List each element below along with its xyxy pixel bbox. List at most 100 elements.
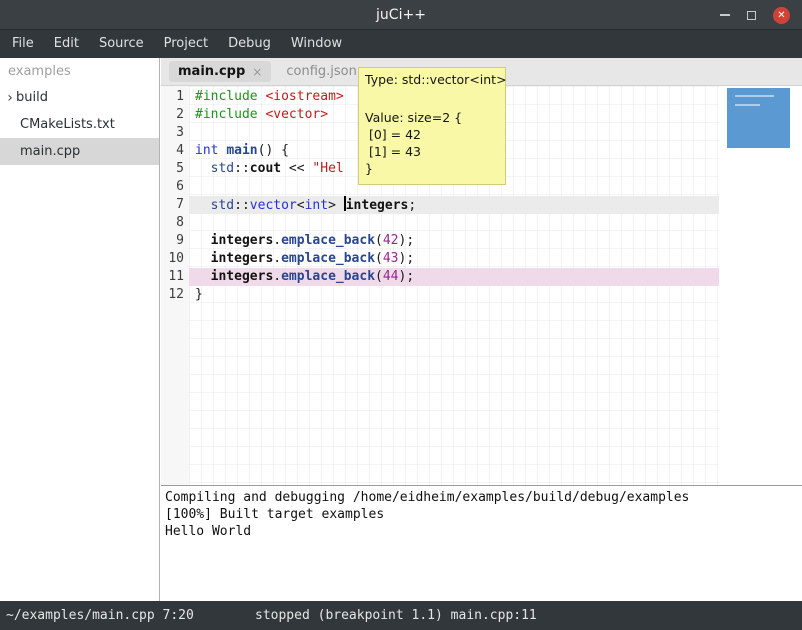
code-token: 43 — [383, 251, 399, 266]
window-controls: ✕ — [720, 0, 790, 30]
code-line-9[interactable]: integers.emplace_back(42); — [189, 232, 719, 250]
tree-item-label: main.cpp — [20, 144, 80, 159]
code-token: integers — [211, 251, 274, 266]
line-number[interactable]: 5 — [161, 160, 184, 178]
menu-item-file[interactable]: File — [2, 30, 44, 58]
status-debug-status: stopped (breakpoint 1.1) main.cpp:11 — [255, 601, 537, 630]
terminal-output[interactable]: Compiling and debugging /home/eidheim/ex… — [161, 485, 802, 601]
code-token: ; — [408, 198, 416, 213]
tree-item-label: CMakeLists.txt — [20, 117, 115, 132]
code-token: ( — [375, 251, 383, 266]
code-token: integers — [211, 269, 274, 284]
tab-label: config.json — [286, 64, 357, 79]
code-token: ); — [399, 233, 415, 248]
tree-item-cmakelists-txt[interactable]: CMakeLists.txt — [0, 111, 159, 138]
code-line-12[interactable]: } — [189, 286, 719, 304]
window-titlebar: juCi++ ✕ — [0, 0, 802, 30]
sidebar: examples ›build CMakeLists.txt main.cpp — [0, 58, 160, 601]
code-token: #include — [195, 89, 258, 104]
code-token — [195, 198, 211, 213]
code-token: ( — [375, 233, 383, 248]
line-number[interactable]: 2 — [161, 106, 184, 124]
code-token: int — [195, 143, 218, 158]
gutter: 123456789101112 — [161, 86, 189, 485]
line-number[interactable]: 10 — [161, 250, 184, 268]
maximize-button[interactable] — [747, 11, 756, 20]
menu-item-edit[interactable]: Edit — [44, 30, 89, 58]
window-title: juCi++ — [0, 0, 802, 30]
code-token: > — [328, 198, 344, 213]
tooltip-value-line: [1] = 43 — [365, 143, 499, 160]
tab-close-icon[interactable]: × — [252, 65, 262, 79]
tab-label: main.cpp — [178, 64, 245, 79]
menu-item-debug[interactable]: Debug — [218, 30, 281, 58]
line-number[interactable]: 11 — [161, 268, 184, 286]
minimap-line — [735, 104, 760, 106]
tree-item-build[interactable]: ›build — [0, 84, 159, 111]
menu-item-source[interactable]: Source — [89, 30, 154, 58]
code-token: emplace_back — [281, 269, 375, 284]
tooltip-value-line: Value: size=2 { — [365, 109, 499, 126]
expander-icon[interactable]: › — [0, 90, 16, 106]
tab-main-cpp[interactable]: main.cpp × — [169, 61, 271, 82]
line-number[interactable]: 8 — [161, 214, 184, 232]
code-line-7[interactable]: std::vector<int> integers; — [189, 196, 719, 214]
code-token: ); — [399, 269, 415, 284]
code-token: ( — [375, 269, 383, 284]
code-token: :: — [234, 198, 250, 213]
line-number[interactable]: 4 — [161, 142, 184, 160]
minimize-button[interactable] — [720, 14, 730, 16]
code-token — [195, 251, 211, 266]
minimap-line — [735, 95, 774, 97]
line-number[interactable]: 1 — [161, 88, 184, 106]
code-token: main — [226, 143, 257, 158]
code-token: . — [273, 233, 281, 248]
file-tree: ›build CMakeLists.txt main.cpp — [0, 84, 159, 165]
code-token: . — [273, 251, 281, 266]
tree-item-label: build — [16, 90, 48, 105]
tooltip-value: Value: size=2 { [0] = 42 [1] = 43} — [365, 109, 499, 177]
code-token: << — [281, 161, 312, 176]
code-token: std — [211, 161, 234, 176]
code-token: 42 — [383, 233, 399, 248]
line-number[interactable]: 7 — [161, 196, 184, 214]
terminal-line: [100%] Built target examples — [165, 506, 802, 523]
line-number[interactable]: 6 — [161, 178, 184, 196]
code-token: 44 — [383, 269, 399, 284]
tooltip-type: Type: std::vector<int> — [365, 71, 499, 88]
status-file-position: ~/examples/main.cpp 7:20 — [6, 601, 194, 630]
code-token: vector — [250, 198, 297, 213]
menu-bar: FileEditSourceProjectDebugWindow — [0, 30, 802, 58]
code-token — [195, 233, 211, 248]
code-token: std — [211, 198, 234, 213]
code-token — [195, 161, 211, 176]
code-line-11[interactable]: integers.emplace_back(44); — [189, 268, 719, 286]
code-token: <vector> — [265, 107, 328, 122]
tooltip-value-line: [0] = 42 — [365, 126, 499, 143]
code-token: #include — [195, 107, 258, 122]
code-token: integers — [211, 233, 274, 248]
tooltip-value-line: } — [365, 160, 499, 177]
code-token: () { — [258, 143, 289, 158]
line-number[interactable]: 3 — [161, 124, 184, 142]
terminal-line: Hello World — [165, 523, 802, 540]
code-token: integers — [346, 198, 409, 213]
code-token — [195, 269, 211, 284]
terminal-line: Compiling and debugging /home/eidheim/ex… — [165, 489, 802, 506]
tree-item-main-cpp[interactable]: main.cpp — [0, 138, 159, 165]
editor-right-strip — [719, 86, 802, 485]
code-token: "Hel — [312, 161, 343, 176]
menu-item-project[interactable]: Project — [154, 30, 218, 58]
code-token: emplace_back — [281, 251, 375, 266]
code-line-10[interactable]: integers.emplace_back(43); — [189, 250, 719, 268]
minimap[interactable] — [727, 88, 790, 148]
code-line-8[interactable] — [189, 214, 719, 232]
project-name: examples — [0, 58, 159, 84]
close-button[interactable]: ✕ — [773, 7, 790, 24]
line-number[interactable]: 9 — [161, 232, 184, 250]
code-token: ); — [399, 251, 415, 266]
status-bar: ~/examples/main.cpp 7:20 stopped (breakp… — [0, 601, 802, 630]
code-token: } — [195, 287, 203, 302]
line-number[interactable]: 12 — [161, 286, 184, 304]
menu-item-window[interactable]: Window — [281, 30, 352, 58]
